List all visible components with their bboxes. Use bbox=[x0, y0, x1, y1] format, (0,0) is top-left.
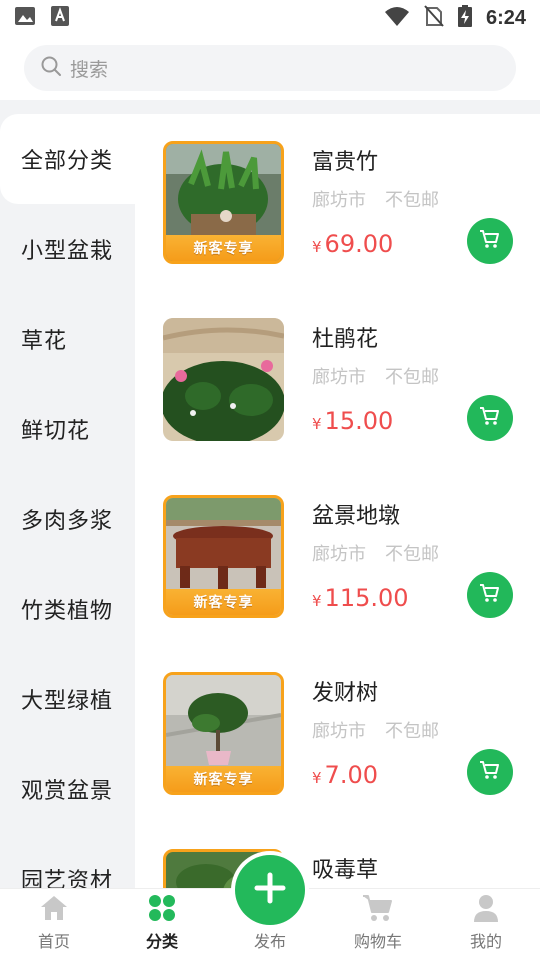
app-screen: 6:24 搜索 全部分类 小型盆栽 草花 鲜切花 多肉多浆 竹类植物 大型绿植 … bbox=[0, 0, 540, 960]
nav-mine-label: 我的 bbox=[469, 932, 502, 951]
product-price: ¥ 69.00 bbox=[312, 230, 393, 258]
product-location: 廊坊市 bbox=[312, 721, 366, 742]
promo-label: 新客专享 bbox=[193, 241, 254, 257]
nav-category[interactable]: 分类 bbox=[108, 889, 216, 960]
cart-icon bbox=[479, 583, 501, 607]
promo-label: 新客专享 bbox=[193, 772, 254, 788]
add-to-cart-button[interactable] bbox=[467, 572, 513, 618]
nav-mine[interactable]: 我的 bbox=[432, 889, 540, 960]
product-price: ¥ 115.00 bbox=[312, 584, 409, 612]
cart-icon bbox=[479, 760, 501, 784]
sidebar-item-herbaceous-flowers[interactable]: 草花 bbox=[0, 294, 135, 384]
promo-label: 新客专享 bbox=[193, 595, 254, 611]
product-image[interactable] bbox=[163, 318, 284, 441]
sidebar-item-small-potted[interactable]: 小型盆栽 bbox=[0, 204, 135, 294]
product-card[interactable]: 杜鹃花 廊坊市 不包邮 ¥ 15.00 bbox=[135, 291, 540, 468]
user-icon bbox=[470, 892, 502, 924]
promo-banner: 新客专享 bbox=[166, 589, 281, 615]
add-to-cart-button[interactable] bbox=[467, 218, 513, 264]
nav-cart[interactable]: 购物车 bbox=[324, 889, 432, 960]
price-currency: ¥ bbox=[312, 238, 322, 256]
section-divider bbox=[0, 100, 540, 114]
search-icon bbox=[40, 55, 62, 81]
product-image[interactable]: 新客专享 bbox=[163, 672, 284, 795]
product-name[interactable]: 吸毒草 bbox=[312, 852, 378, 884]
product-shipping: 不包邮 bbox=[385, 190, 439, 211]
nav-publish-label: 发布 bbox=[253, 932, 286, 951]
product-location: 廊坊市 bbox=[312, 544, 366, 565]
price-amount: 7.00 bbox=[324, 761, 378, 789]
product-shipping: 不包邮 bbox=[385, 721, 439, 742]
status-bar: 6:24 bbox=[0, 0, 540, 36]
no-sim-icon bbox=[424, 5, 444, 31]
product-list: 新客专享 富贵竹 廊坊市 不包邮 ¥ 69.00 杜鹃花 廊坊市 不包邮 ¥ 1… bbox=[135, 114, 540, 888]
search-input[interactable]: 搜索 bbox=[24, 45, 516, 91]
status-time: 6:24 bbox=[485, 6, 526, 29]
product-card[interactable]: 新客专享 富贵竹 廊坊市 不包邮 ¥ 69.00 bbox=[135, 114, 540, 291]
plus-icon bbox=[253, 871, 287, 909]
cart-icon bbox=[479, 229, 501, 253]
price-amount: 69.00 bbox=[324, 230, 394, 258]
price-amount: 115.00 bbox=[324, 584, 409, 612]
image-notification-icon bbox=[14, 5, 36, 31]
product-card[interactable]: 新客专享 盆景地墩 廊坊市 不包邮 ¥ 115.00 bbox=[135, 468, 540, 645]
price-currency: ¥ bbox=[312, 592, 322, 610]
product-card[interactable]: 新客专享 发财树 廊坊市 不包邮 ¥ 7.00 bbox=[135, 645, 540, 822]
nav-cart-label: 购物车 bbox=[353, 932, 402, 951]
price-amount: 15.00 bbox=[324, 407, 394, 435]
add-to-cart-button[interactable] bbox=[467, 395, 513, 441]
product-location: 廊坊市 bbox=[312, 190, 366, 211]
clover-icon bbox=[146, 892, 178, 924]
product-shipping: 不包邮 bbox=[385, 367, 439, 388]
search-placeholder: 搜索 bbox=[70, 58, 109, 81]
product-shipping: 不包邮 bbox=[385, 544, 439, 565]
product-name[interactable]: 盆景地墩 bbox=[312, 498, 400, 530]
nav-home-label: 首页 bbox=[37, 932, 70, 951]
product-price: ¥ 15.00 bbox=[312, 407, 393, 435]
search-bar: 搜索 bbox=[0, 36, 540, 100]
sidebar-item-all[interactable]: 全部分类 bbox=[0, 114, 135, 204]
nav-category-label: 分类 bbox=[145, 932, 178, 951]
sidebar-item-bonsai[interactable]: 观赏盆景 bbox=[0, 744, 135, 834]
product-location: 廊坊市 bbox=[312, 367, 366, 388]
sidebar-item-gardening-supplies[interactable]: 园艺资材 bbox=[0, 834, 135, 888]
home-icon bbox=[38, 892, 70, 924]
cart-icon bbox=[479, 406, 501, 430]
promo-banner: 新客专享 bbox=[166, 235, 281, 261]
nav-home[interactable]: 首页 bbox=[0, 889, 108, 960]
add-to-cart-button[interactable] bbox=[467, 749, 513, 795]
battery-charging-icon bbox=[457, 5, 472, 31]
product-name[interactable]: 杜鹃花 bbox=[312, 321, 378, 353]
shopping-cart-icon bbox=[362, 892, 394, 924]
wifi-icon bbox=[384, 5, 410, 31]
sidebar-item-large-green-plants[interactable]: 大型绿植 bbox=[0, 654, 135, 744]
product-image[interactable]: 新客专享 bbox=[163, 495, 284, 618]
promo-banner: 新客专享 bbox=[166, 766, 281, 792]
price-currency: ¥ bbox=[312, 415, 322, 433]
product-name[interactable]: 发财树 bbox=[312, 675, 378, 707]
price-currency: ¥ bbox=[312, 769, 322, 787]
product-name[interactable]: 富贵竹 bbox=[312, 144, 378, 176]
publish-button[interactable] bbox=[231, 851, 309, 929]
product-card[interactable]: 吸毒草 bbox=[135, 822, 540, 888]
sidebar-item-succulents[interactable]: 多肉多浆 bbox=[0, 474, 135, 564]
product-price: ¥ 7.00 bbox=[312, 761, 378, 789]
sidebar-item-bamboo[interactable]: 竹类植物 bbox=[0, 564, 135, 654]
category-sidebar: 全部分类 小型盆栽 草花 鲜切花 多肉多浆 竹类植物 大型绿植 观赏盆景 园艺资… bbox=[0, 114, 135, 888]
product-image[interactable]: 新客专享 bbox=[163, 141, 284, 264]
text-notification-icon bbox=[50, 5, 70, 31]
sidebar-item-cut-flowers[interactable]: 鲜切花 bbox=[0, 384, 135, 474]
